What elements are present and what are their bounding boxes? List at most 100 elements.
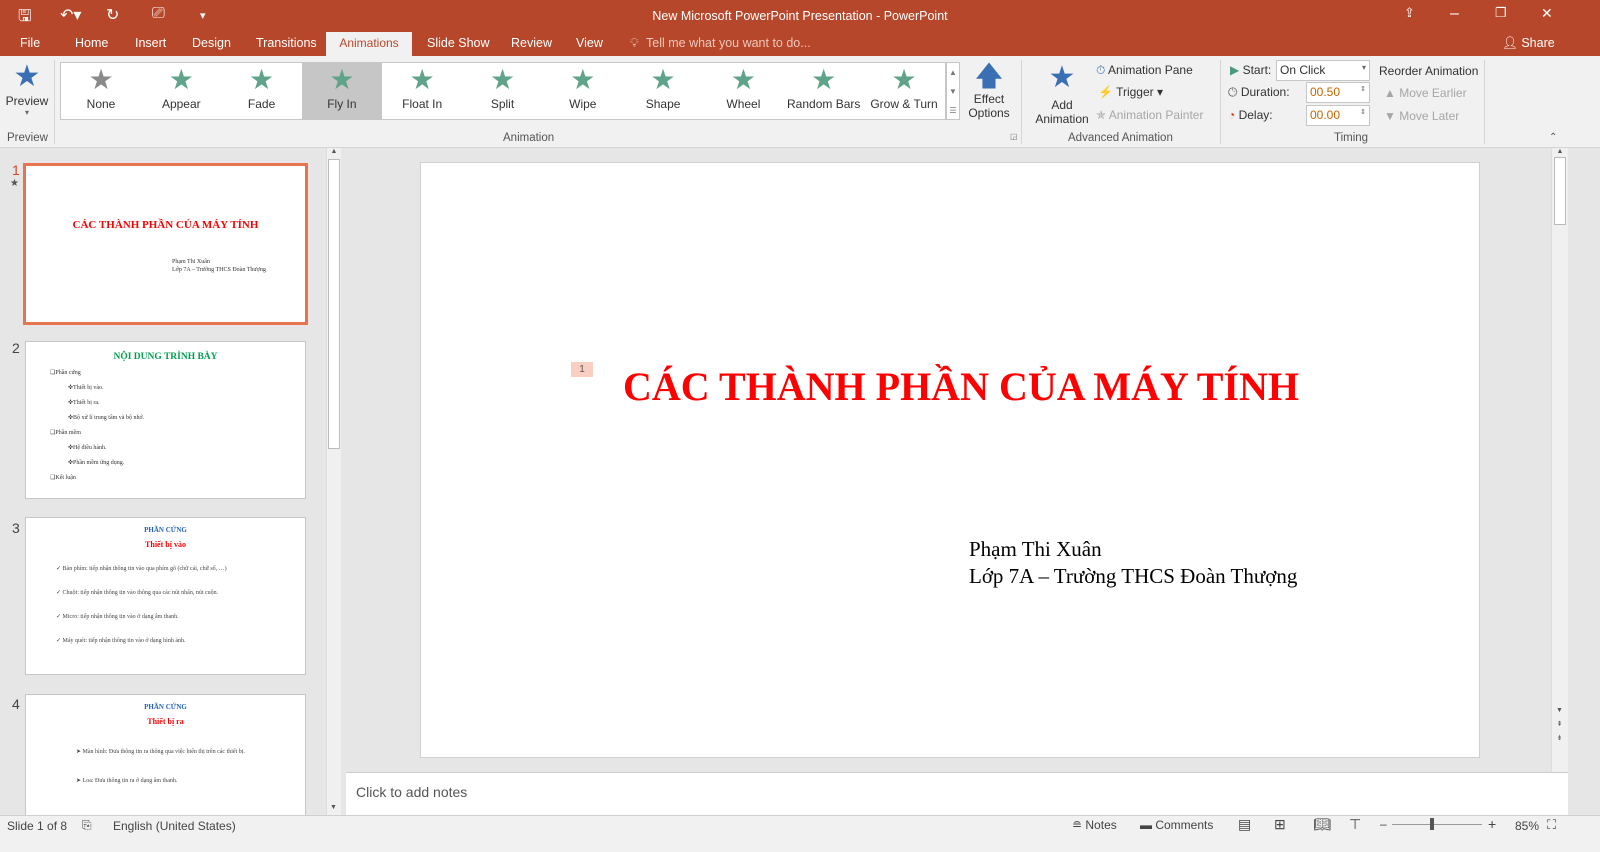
slide-thumbnail-3[interactable]: PHẦN CỨNG Thiết bị vào ✓ Bàn phím: tiếp …: [25, 517, 306, 675]
status-bar: Slide 1 of 8 ⎘ English (United States) ≘…: [0, 815, 1600, 852]
restore-icon[interactable]: ❐: [1495, 5, 1507, 21]
normal-view-icon[interactable]: ▤: [1238, 816, 1251, 833]
start-dropdown[interactable]: On Click ▾: [1276, 60, 1370, 81]
collapse-ribbon-icon[interactable]: ⌃: [1549, 132, 1557, 143]
preview-button[interactable]: ★ Preview ▾: [4, 60, 50, 117]
animation-shape[interactable]: ★ Shape: [623, 63, 703, 119]
animation-fly-in[interactable]: ★ Fly In: [301, 63, 382, 119]
slide-canvas[interactable]: 1 CÁC THÀNH PHẦN CỦA MÁY TÍNH Phạm Thi X…: [420, 162, 1480, 758]
move-later-button[interactable]: ▼ Move Later: [1384, 109, 1459, 123]
slide-sorter-icon[interactable]: ⊞: [1274, 816, 1286, 833]
thumb-title: NỘI DUNG TRÌNH BÀY: [113, 352, 218, 362]
trigger-button[interactable]: ⚡ Trigger ▾: [1098, 85, 1163, 99]
tab-file[interactable]: File: [20, 36, 40, 50]
zoom-out-button[interactable]: –: [1380, 817, 1387, 831]
animation-pane-button[interactable]: ⏱ Animation Pane: [1096, 63, 1193, 78]
close-icon[interactable]: ✕: [1541, 5, 1553, 22]
comments-button[interactable]: ▬ Comments: [1140, 818, 1213, 832]
animation-fade[interactable]: ★ Fade: [222, 63, 302, 119]
gallery-scroll[interactable]: ▲ ▼ ☰: [946, 62, 960, 120]
slide-counter: Slide 1 of 8: [7, 819, 68, 833]
slide-thumbnail-4[interactable]: PHẦN CỨNG Thiết bị ra ➤ Màn hình: Đưa th…: [25, 694, 306, 824]
zoom-level[interactable]: 85%: [1515, 819, 1539, 833]
star-fade-icon: ★: [249, 64, 275, 95]
slide-subtitle[interactable]: Phạm Thi Xuân Lớp 7A – Trường THCS Đoàn …: [969, 536, 1297, 590]
thumb-text: ✜Hệ điều hành.: [68, 445, 107, 451]
animation-grow-turn[interactable]: ★ Grow & Turn: [864, 63, 944, 119]
thumb-number: 2: [12, 340, 20, 356]
zoom-slider-thumb[interactable]: [1430, 818, 1435, 830]
undo-icon[interactable]: ↶▾: [60, 5, 81, 25]
tab-design[interactable]: Design: [192, 36, 231, 50]
delay-value: 00.00: [1310, 108, 1341, 122]
thumb-text: ✓ Chuột: tiếp nhận thông tin vào thông q…: [56, 590, 219, 596]
start-slideshow-icon[interactable]: ⎚: [152, 5, 165, 23]
tab-transitions[interactable]: Transitions: [256, 36, 317, 50]
animation-appear[interactable]: ★ Appear: [141, 63, 221, 119]
tab-insert[interactable]: Insert: [135, 36, 166, 50]
tab-animations[interactable]: Animations: [326, 32, 412, 56]
tab-slide-show[interactable]: Slide Show: [427, 36, 490, 50]
animation-label: Wipe: [569, 97, 597, 111]
thumb-text: ❏Phần mềm: [50, 430, 81, 436]
animation-wheel[interactable]: ★ Wheel: [703, 63, 783, 119]
tab-home[interactable]: Home: [75, 36, 108, 50]
tab-view[interactable]: View: [576, 36, 603, 50]
zoom-in-button[interactable]: +: [1488, 816, 1496, 832]
title-bar: New Microsoft PowerPoint Presentation - …: [0, 0, 1600, 56]
zoom-slider[interactable]: [1392, 824, 1482, 825]
animation-split[interactable]: ★ Split: [463, 63, 543, 119]
slide-title[interactable]: CÁC THÀNH PHẦN CỦA MÁY TÍNH: [421, 363, 1481, 410]
scroll-thumb[interactable]: [1554, 157, 1566, 225]
share-button[interactable]: 👤︎ Share: [1502, 36, 1555, 51]
add-animation-button[interactable]: ★ Add Animation: [1034, 58, 1090, 126]
notes-input[interactable]: Click to add notes: [346, 772, 1568, 815]
animation-painter-button[interactable]: ✯ Animation Painter: [1096, 108, 1203, 122]
language-indicator[interactable]: English (United States): [113, 819, 236, 833]
effect-options-button[interactable]: 🡅 Effect Options: [964, 60, 1014, 120]
animation-float-in[interactable]: ★ Float In: [382, 63, 462, 119]
reorder-label: Reorder Animation: [1379, 64, 1479, 78]
tab-review[interactable]: Review: [511, 36, 552, 50]
thumb-text: ✜Thiết bị vào.: [68, 385, 104, 391]
timing-group-label: Timing: [1334, 132, 1369, 144]
redo-icon[interactable]: ↻: [106, 5, 119, 25]
move-later-label: Move Later: [1399, 109, 1460, 123]
animation-painter-label: Animation Painter: [1108, 108, 1204, 122]
animation-none[interactable]: ★ None: [61, 63, 141, 119]
animation-gallery: ★ None ★ Appear ★ Fade ★ Fly In ★ Float In ★ Split ★…: [60, 62, 946, 120]
slide-thumbnail-1[interactable]: CÁC THÀNH PHẦN CỦA MÁY TÍNH Phạm Thi Xuâ…: [23, 163, 308, 325]
save-icon[interactable]: 🖫: [18, 5, 32, 32]
preview-group-label: Preview: [7, 132, 48, 144]
delay-clock-icon: ◔: [1228, 108, 1236, 122]
animation-wipe[interactable]: ★ Wipe: [543, 63, 623, 119]
effect-options-label: Effect: [973, 92, 1005, 106]
dialog-launcher-icon[interactable]: ◲: [1010, 132, 1018, 141]
animation-group-label: Animation: [503, 132, 555, 144]
animation-label: None: [86, 97, 116, 111]
minimize-icon[interactable]: –: [1450, 5, 1459, 23]
thumb-number: 1: [12, 162, 20, 178]
spell-check-icon[interactable]: ⎘: [82, 818, 92, 833]
reading-view-icon[interactable]: 📖︎: [1313, 816, 1331, 833]
advanced-group-label: Advanced Animation: [1068, 132, 1173, 144]
slideshow-view-icon[interactable]: ⊤: [1349, 816, 1361, 833]
start-label: Start:: [1242, 63, 1272, 77]
slide-thumbnail-2[interactable]: NỘI DUNG TRÌNH BÀY ❏Phần cứng ✜Thiết bị …: [25, 341, 306, 499]
scroll-thumb[interactable]: [328, 159, 340, 449]
thumbnails-scrollbar[interactable]: ▲ ▼: [326, 148, 341, 815]
animation-random-bars[interactable]: ★ Random Bars: [784, 63, 864, 119]
move-earlier-button[interactable]: ▲ Move Earlier: [1384, 86, 1467, 100]
clock-icon: 🕒︎: [1228, 85, 1238, 99]
fit-to-window-icon[interactable]: ⛶: [1547, 817, 1556, 833]
window-title: New Microsoft PowerPoint Presentation - …: [652, 9, 948, 23]
animation-pane-label: Animation Pane: [1108, 63, 1193, 77]
notes-button[interactable]: ≘ Notes: [1072, 818, 1117, 832]
duration-input[interactable]: 00.50 ⇕: [1306, 82, 1370, 103]
ribbon-display-icon[interactable]: ⇪: [1404, 5, 1415, 21]
customize-qat-icon[interactable]: ▾: [200, 9, 206, 22]
slide-scrollbar[interactable]: ▲ ▼ ⇞ ⇟: [1551, 148, 1568, 772]
tell-me-input[interactable]: Tell me what you want to do...: [646, 36, 811, 50]
delay-input[interactable]: 00.00 ⇕: [1306, 105, 1370, 126]
thumb-text: ✜Bộ xử lí trung tâm và bộ nhớ.: [68, 415, 145, 421]
